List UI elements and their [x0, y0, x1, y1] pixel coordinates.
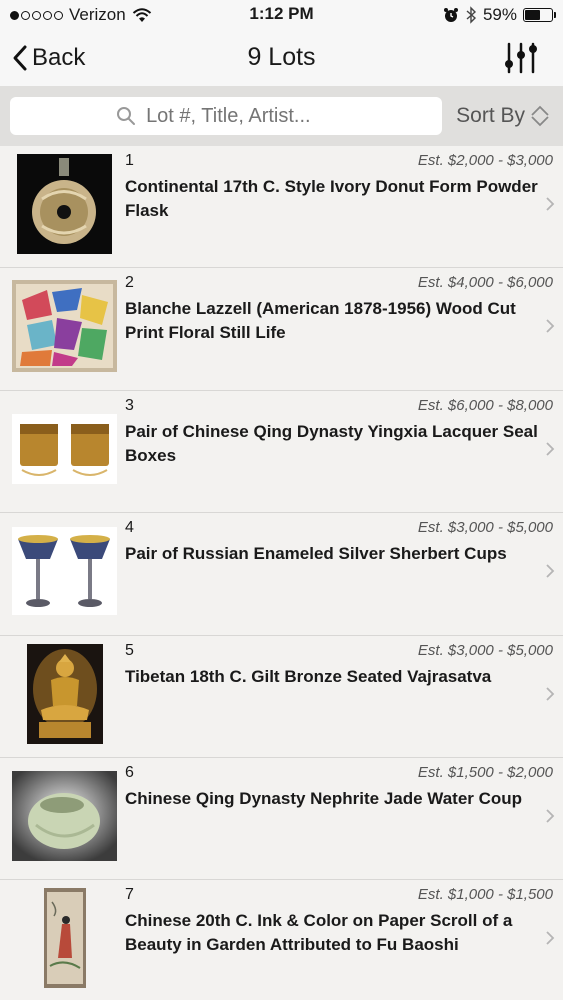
- lot-title: Pair of Russian Enameled Silver Sherbert…: [125, 544, 507, 564]
- alarm-icon: [443, 8, 458, 22]
- bluetooth-icon: [466, 6, 476, 24]
- search-input[interactable]: [146, 104, 337, 128]
- lot-thumbnail: [12, 888, 117, 989]
- battery-icon: [523, 8, 556, 22]
- lot-row[interactable]: 5 Est. $3,000 - $5,000 Tibetan 18th C. G…: [0, 636, 563, 758]
- filter-sliders-icon[interactable]: [501, 40, 541, 76]
- jade-coup-image: [12, 770, 117, 861]
- chevron-right-icon: [546, 809, 555, 823]
- lot-number: 3: [125, 396, 134, 414]
- lot-row[interactable]: 3 Est. $6,000 - $8,000 Pair of Chinese Q…: [0, 391, 563, 514]
- lot-number: 6: [125, 763, 134, 781]
- lot-title: Chinese Qing Dynasty Nephrite Jade Water…: [125, 788, 523, 808]
- lot-thumbnail: [12, 399, 117, 499]
- chevron-right-icon: [546, 197, 555, 211]
- carrier-name: Verizon: [69, 5, 126, 24]
- lot-title: Tibetan 18th C. Gilt Bronze Seated Vajra…: [125, 666, 492, 686]
- lot-estimate: Est. $1,500 - $2,000: [417, 763, 553, 781]
- woodcut-print-image: [12, 280, 117, 373]
- lot-estimate: Est. $6,000 - $8,000: [417, 396, 553, 414]
- chevron-right-icon: [546, 442, 555, 456]
- back-label: Back: [32, 44, 86, 71]
- navigation-bar: Back 9 Lots: [0, 30, 563, 86]
- lot-estimate: Est. $1,000 - $1,500: [417, 886, 553, 904]
- lot-thumbnail: [12, 154, 117, 254]
- search-bar: Sort By: [0, 86, 563, 146]
- lot-row[interactable]: 2 Est. $4,000 - $6,000 Blanche Lazzell (…: [0, 268, 563, 391]
- lacquer-boxes-image: [12, 413, 117, 484]
- lot-number: 2: [125, 274, 134, 292]
- back-button[interactable]: Back: [0, 44, 85, 72]
- powder-flask-image: [17, 154, 112, 254]
- lot-title: Continental 17th C. Style Ivory Donut Fo…: [125, 177, 538, 220]
- lot-list: 1 Est. $2,000 - $3,000 Continental 17th …: [0, 146, 563, 1000]
- lot-estimate: Est. $4,000 - $6,000: [417, 274, 553, 292]
- lot-number: 4: [125, 519, 134, 537]
- lot-thumbnail: [12, 276, 117, 376]
- lot-thumbnail: [12, 643, 117, 744]
- paper-scroll-image: [43, 888, 86, 989]
- status-right: 59%: [443, 5, 556, 25]
- chevron-right-icon: [546, 686, 555, 701]
- battery-fill: [525, 10, 541, 20]
- chevron-right-icon: [546, 564, 555, 578]
- lot-title: Blanche Lazzell (American 1878-1956) Woo…: [125, 299, 516, 343]
- sherbert-cups-image: [12, 527, 117, 616]
- signal-strength-icon: [10, 10, 63, 20]
- sort-updown-icon: [531, 105, 549, 127]
- status-bar: Verizon 1:12 PM 59%: [0, 0, 563, 30]
- chevron-right-icon: [546, 319, 555, 334]
- sort-by-label: Sort By: [456, 104, 525, 127]
- lot-estimate: Est. $2,000 - $3,000: [417, 152, 553, 169]
- sort-by-button[interactable]: Sort By: [456, 104, 553, 128]
- search-field[interactable]: [10, 97, 443, 135]
- chevron-right-icon: [546, 931, 555, 945]
- lot-number: 5: [125, 641, 134, 659]
- lot-title: Pair of Chinese Qing Dynasty Yingxia Lac…: [125, 421, 538, 465]
- lot-row[interactable]: 7 Est. $1,000 - $1,500 Chinese 20th C. I…: [0, 880, 563, 1000]
- lot-row[interactable]: 4 Est. $3,000 - $5,000 Pair of Russian E…: [0, 513, 563, 636]
- lot-estimate: Est. $3,000 - $5,000: [417, 519, 553, 537]
- search-icon: [117, 107, 136, 125]
- bronze-statue-image: [26, 643, 103, 744]
- lot-number: 7: [125, 886, 134, 904]
- battery-percent: 59%: [482, 5, 517, 24]
- lot-row[interactable]: 6 Est. $1,500 - $2,000 Chinese Qing Dyna…: [0, 758, 563, 881]
- lot-number: 1: [125, 152, 134, 169]
- lot-title: Chinese 20th C. Ink & Color on Paper Scr…: [125, 911, 513, 955]
- chevron-left-icon: [13, 45, 27, 71]
- lot-thumbnail: [12, 521, 117, 621]
- status-left: Verizon: [10, 5, 152, 25]
- lot-estimate: Est. $3,000 - $5,000: [417, 641, 553, 659]
- lot-row[interactable]: 1 Est. $2,000 - $3,000 Continental 17th …: [0, 146, 563, 269]
- lot-thumbnail: [12, 766, 117, 866]
- wifi-icon: [132, 7, 151, 22]
